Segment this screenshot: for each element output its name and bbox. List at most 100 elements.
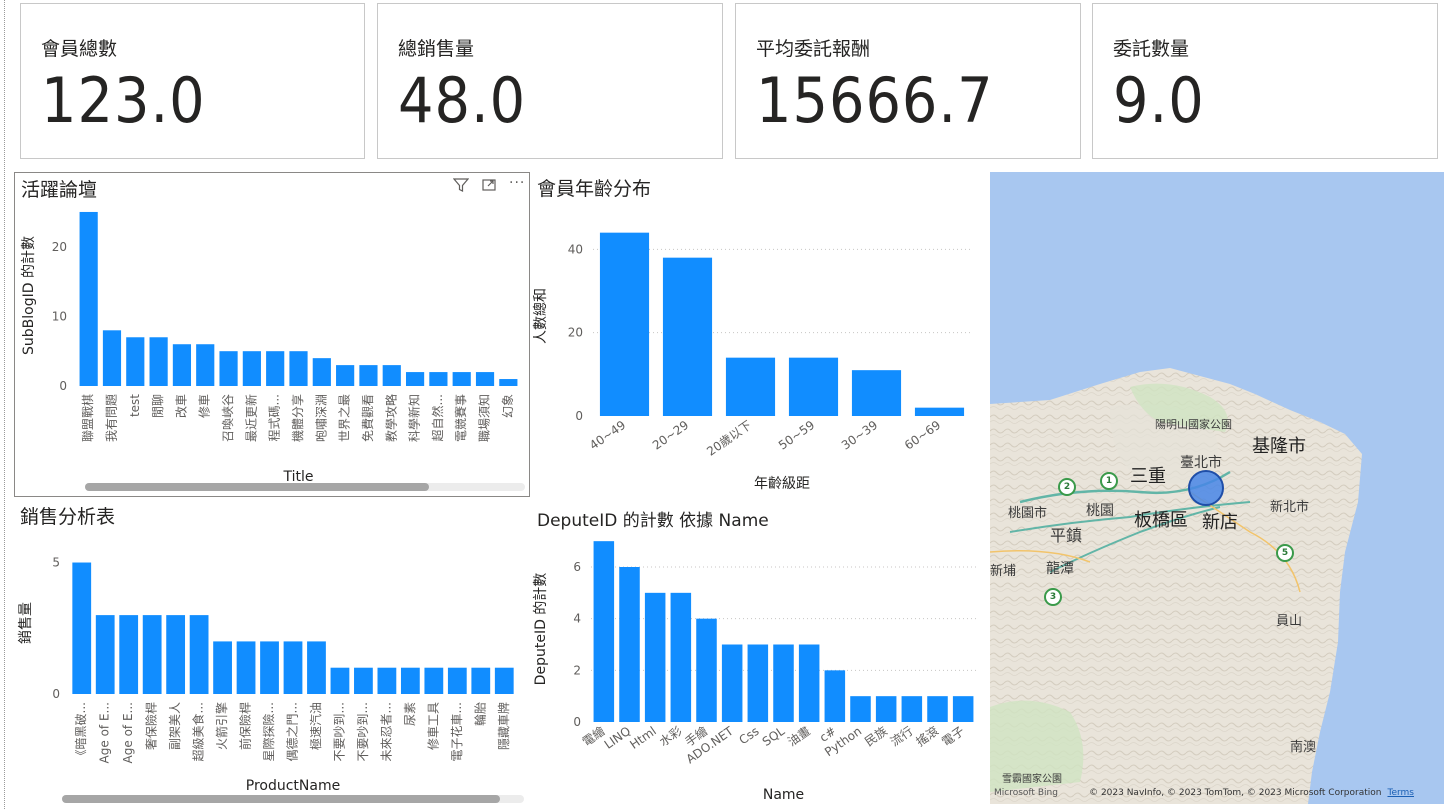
bar[interactable] <box>149 337 168 386</box>
bar[interactable] <box>79 211 98 386</box>
x-tick-label: Css <box>736 724 761 747</box>
x-tick-label: 20~29 <box>650 418 691 453</box>
bar[interactable] <box>126 337 145 386</box>
map-data-bubble[interactable] <box>1188 470 1224 506</box>
bar[interactable] <box>599 232 650 416</box>
map-pin[interactable]: 1 <box>1100 472 1118 490</box>
x-tick-label: 50~59 <box>776 418 817 453</box>
bar[interactable] <box>336 365 355 386</box>
bar[interactable] <box>354 667 373 694</box>
bar[interactable] <box>471 667 491 694</box>
bar[interactable] <box>312 358 331 386</box>
bar[interactable] <box>452 372 471 386</box>
x-tick-label: 尿素 <box>403 702 417 726</box>
bar[interactable] <box>102 330 122 386</box>
bar[interactable] <box>952 696 974 722</box>
kpi-value: 48.0 <box>398 64 527 137</box>
kpi-card-avg-reward[interactable]: 平均委託報酬 15666.7 <box>735 3 1081 159</box>
bar[interactable] <box>429 372 448 386</box>
bar[interactable] <box>662 257 713 416</box>
map-pin[interactable]: 2 <box>1058 478 1076 496</box>
bar[interactable] <box>850 696 871 722</box>
filter-icon[interactable] <box>452 177 470 197</box>
bar[interactable] <box>189 615 209 694</box>
bar[interactable] <box>242 351 261 386</box>
bar[interactable] <box>670 592 692 722</box>
bar[interactable] <box>95 615 115 694</box>
y-axis-title: SubBlogID 的計數 <box>21 236 37 355</box>
bar[interactable] <box>696 618 717 722</box>
bar[interactable] <box>725 357 776 416</box>
bar[interactable] <box>382 365 401 386</box>
bar[interactable] <box>172 344 192 386</box>
bar[interactable] <box>330 667 350 694</box>
bar[interactable] <box>213 641 232 694</box>
map-pin[interactable]: 3 <box>1044 588 1062 606</box>
x-tick-label: 閒聊 <box>151 394 165 418</box>
x-tick-label: 《暗黑破... <box>73 702 88 761</box>
x-tick-label: 世界之最 <box>338 394 352 442</box>
bar[interactable] <box>644 592 666 722</box>
bar[interactable] <box>142 615 162 694</box>
map-pin[interactable]: 5 <box>1276 544 1294 562</box>
x-tick-label: 輪胎 <box>472 702 487 726</box>
x-tick-label: Age of E... <box>121 702 135 763</box>
kpi-card-commissions[interactable]: 委託數量 9.0 <box>1092 3 1438 159</box>
kpi-card-members[interactable]: 會員總數 123.0 <box>20 3 365 159</box>
bar[interactable] <box>788 357 839 416</box>
map-visual[interactable]: 陽明山國家公園 臺北市 基隆市 三重 桃園市 桃園 平鎮 板橋區 新店 新北市 … <box>990 172 1444 804</box>
bar[interactable] <box>236 641 256 694</box>
forum-chart-svg: 0 10 20 聯盟戰棋 我有問題 test 閒聊 改車 修車 召喚峽谷 最近更新 程式碼... 機體分… <box>21 211 518 485</box>
y-tick-label: 0 <box>575 409 583 423</box>
scrollbar-thumb[interactable] <box>62 795 500 803</box>
bar[interactable] <box>405 372 425 386</box>
map-label: 新埔 <box>990 564 1017 579</box>
bar[interactable] <box>901 696 923 722</box>
bar[interactable] <box>307 641 326 694</box>
more-options-icon[interactable]: ··· <box>509 175 525 191</box>
bar[interactable] <box>619 567 640 722</box>
focus-mode-icon[interactable] <box>481 177 497 197</box>
bar[interactable] <box>377 667 397 694</box>
sales-chart-svg: 0 5 《暗黑破... Age of E... Age of E... 奢保險桿 副架美人超… <box>18 556 514 794</box>
bar[interactable] <box>927 696 948 722</box>
y-tick-label: 10 <box>52 309 67 323</box>
bar[interactable] <box>721 644 743 723</box>
bar[interactable] <box>424 667 444 694</box>
bar[interactable] <box>289 351 308 386</box>
bar[interactable] <box>219 351 238 386</box>
bar[interactable] <box>494 667 514 694</box>
horizontal-scrollbar[interactable] <box>62 795 524 803</box>
horizontal-scrollbar[interactable] <box>85 483 525 491</box>
bar[interactable] <box>266 351 285 386</box>
bar[interactable] <box>851 370 902 416</box>
age-chart-visual[interactable]: 會員年齡分布 0 20 40 40~49 20~29 20歲以下 50~59 30~39 60~… <box>531 172 986 497</box>
bar[interactable] <box>283 641 303 694</box>
bar[interactable] <box>447 667 467 694</box>
bar[interactable] <box>72 562 92 694</box>
bar[interactable] <box>875 696 897 722</box>
sales-chart-visual[interactable]: 銷售分析表 0 5 《暗黑破... Age of E... Age of E... 奢保險… <box>14 500 530 809</box>
bar[interactable] <box>196 344 215 386</box>
bar[interactable] <box>400 667 420 694</box>
x-axis-title: Name <box>763 787 804 803</box>
bar[interactable] <box>359 365 378 386</box>
bar[interactable] <box>747 644 769 723</box>
bar[interactable] <box>499 379 518 386</box>
x-tick-label: 偶德之門... <box>285 702 300 761</box>
bar[interactable] <box>475 372 495 386</box>
kpi-card-sales[interactable]: 總銷售量 48.0 <box>377 3 723 159</box>
bar[interactable] <box>914 407 965 416</box>
bar[interactable] <box>119 615 139 694</box>
scrollbar-thumb[interactable] <box>85 483 429 491</box>
kpi-value: 15666.7 <box>756 64 994 137</box>
bar[interactable] <box>824 670 846 722</box>
depute-chart-visual[interactable]: DeputeID 的計數 依據 Name 0 2 4 6 電繪 LINQ Html 水彩 手繪 A… <box>531 500 986 809</box>
terms-link[interactable]: Terms <box>1387 788 1414 798</box>
bar[interactable] <box>798 644 820 723</box>
bar[interactable] <box>773 644 794 723</box>
bar[interactable] <box>593 541 615 722</box>
bar[interactable] <box>260 641 279 694</box>
bar[interactable] <box>166 615 186 694</box>
forum-chart-visual[interactable]: 活躍論壇 ··· 0 10 20 聯盟戰棋 我有問題 test 閒聊 改車 修車 召喚峽谷 最近更新… <box>14 172 530 497</box>
